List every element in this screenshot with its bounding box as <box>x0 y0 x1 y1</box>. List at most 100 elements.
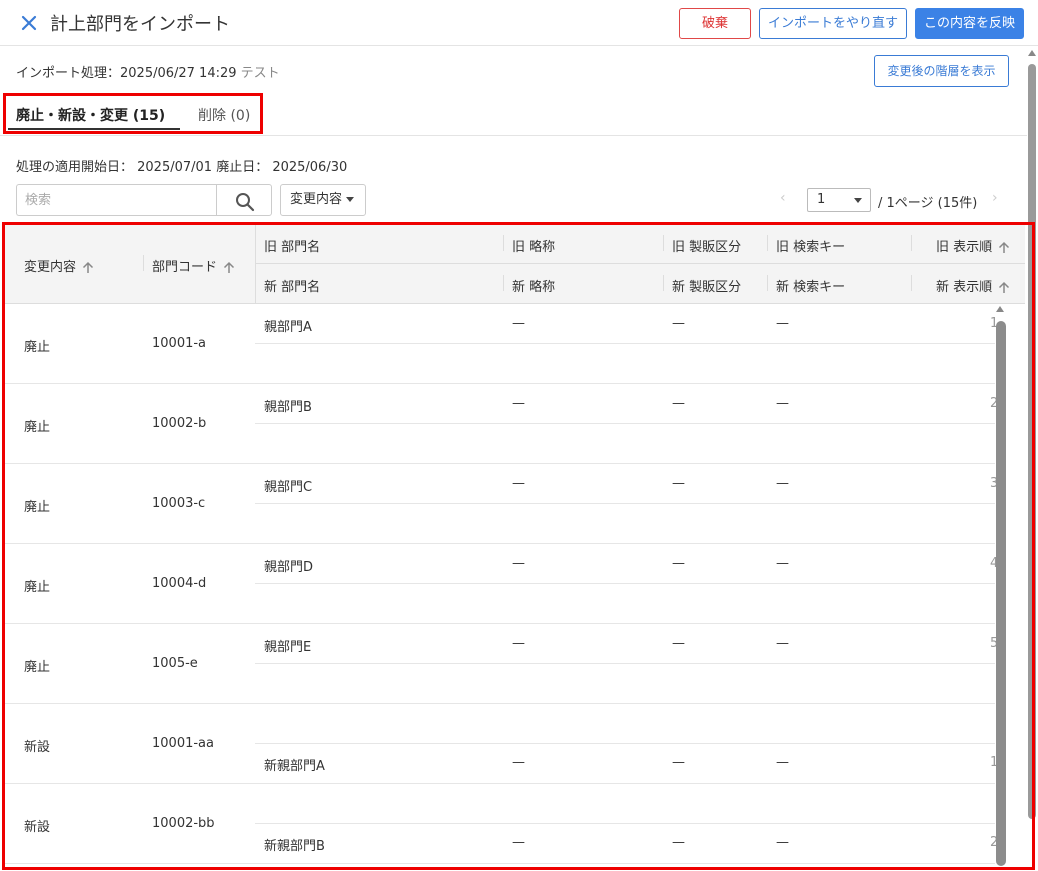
table-row: 廃止 10002-b 親部門B — — — 2 <box>5 384 998 464</box>
cell-change: 廃止 <box>24 500 51 515</box>
page-select[interactable]: 1 <box>807 188 871 212</box>
previous-page-button[interactable]: ‹ <box>780 190 786 206</box>
row-divider <box>255 343 995 344</box>
sort-up-arrow-icon <box>999 241 1010 253</box>
cell-new-sales: — <box>672 835 685 850</box>
table-header: 変更内容 部門コード 旧 部門名 旧 略称 旧 製販区分 旧 検索キー 旧 表示… <box>5 225 1025 304</box>
table-scroll-up-arrow-icon[interactable] <box>996 306 1004 312</box>
cell-change: 廃止 <box>24 660 51 675</box>
row-divider <box>255 583 995 584</box>
column-header-old-abbr: 旧 略称 <box>512 240 556 255</box>
page-scroll-up-arrow-icon[interactable] <box>1028 50 1036 56</box>
change-type-filter-dropdown[interactable]: 変更内容 <box>280 184 366 216</box>
cell-code: 1005-e <box>152 656 198 671</box>
cell-new-key: — <box>776 755 789 770</box>
discard-button[interactable]: 破棄 <box>679 8 751 39</box>
column-header-code-label: 部門コード <box>152 260 218 275</box>
page-title: 計上部門をインポート <box>50 14 230 35</box>
chevron-down-icon <box>854 198 862 203</box>
column-separator <box>663 275 664 291</box>
column-header-new-name: 新 部門名 <box>264 280 321 295</box>
table-row: 廃止 10004-d 親部門D — — — 4 <box>5 544 998 624</box>
cell-code: 10004-d <box>152 576 207 591</box>
cell-old-abbr: — <box>512 636 525 651</box>
column-separator <box>767 275 768 291</box>
cell-old-sales: — <box>672 556 685 571</box>
column-header-new-order-label: 新 表示順 <box>936 280 993 295</box>
table-scrollbar[interactable] <box>996 321 1006 866</box>
tab-delete[interactable]: 削除 (0) <box>198 105 250 125</box>
column-header-code[interactable]: 部門コード <box>152 256 235 275</box>
column-header-new-order[interactable]: 新 表示順 <box>936 276 1010 295</box>
row-divider <box>255 423 995 424</box>
cell-old-abbr: — <box>512 476 525 491</box>
redo-import-button[interactable]: インポートをやり直す <box>759 8 907 39</box>
cell-old-name: 親部門D <box>264 560 314 575</box>
filter-dropdown-label: 変更内容 <box>290 192 343 207</box>
cell-old-sales: — <box>672 476 685 491</box>
column-header-old-key: 旧 検索キー <box>776 240 846 255</box>
column-separator <box>767 235 768 251</box>
cell-code: 10001-aa <box>152 736 214 751</box>
column-separator <box>663 235 664 251</box>
import-info-label: インポート処理：2025/06/27 14:29 <box>16 66 237 81</box>
row-divider <box>255 503 995 504</box>
cell-old-name: 親部門E <box>264 640 312 655</box>
column-separator <box>911 235 912 251</box>
column-header-old-sales: 旧 製販区分 <box>672 240 742 255</box>
cell-new-name: 新親部門B <box>264 839 325 854</box>
column-header-new-sales: 新 製販区分 <box>672 280 742 295</box>
page-scrollbar[interactable] <box>1028 64 1036 819</box>
cell-old-key: — <box>776 636 789 651</box>
column-header-change-label: 変更内容 <box>24 260 77 275</box>
sort-up-arrow-icon <box>223 261 235 273</box>
column-separator <box>911 275 912 291</box>
page-select-value: 1 <box>817 192 826 207</box>
import-info: インポート処理：2025/06/27 14:29 テスト <box>16 62 280 81</box>
chevron-down-icon <box>346 197 355 202</box>
search-input[interactable] <box>16 184 217 216</box>
apply-button[interactable]: この内容を反映 <box>915 8 1024 39</box>
cell-old-sales: — <box>672 316 685 331</box>
cell-new-abbr: — <box>512 835 525 850</box>
column-header-change[interactable]: 変更内容 <box>24 256 94 275</box>
header-row-divider <box>255 263 1025 264</box>
import-info-note: テスト <box>240 66 280 81</box>
show-hierarchy-button[interactable]: 変更後の階層を表示 <box>874 55 1009 87</box>
cell-old-key: — <box>776 556 789 571</box>
cell-old-name: 親部門B <box>264 400 312 415</box>
cell-new-name: 新親部門A <box>264 759 325 774</box>
cell-new-abbr: — <box>512 755 525 770</box>
import-table: 変更内容 部門コード 旧 部門名 旧 略称 旧 製販区分 旧 検索キー 旧 表示… <box>5 225 1025 867</box>
column-separator <box>503 275 504 291</box>
table-row: 廃止 10003-c 親部門C — — — 3 <box>5 464 998 544</box>
applied-dates: 処理の適用開始日： 2025/07/01 廃止日： 2025/06/30 <box>16 160 348 175</box>
sort-up-arrow-icon <box>999 281 1010 293</box>
cell-change: 廃止 <box>24 420 51 435</box>
close-icon[interactable] <box>18 12 40 34</box>
column-header-old-order[interactable]: 旧 表示順 <box>936 236 1010 255</box>
search-button[interactable] <box>216 184 272 216</box>
column-header-old-name: 旧 部門名 <box>264 240 321 255</box>
column-separator <box>143 255 144 271</box>
table-body: 廃止 10001-a 親部門A — — — 1 廃止 10002-b 親部門B … <box>5 304 998 864</box>
table-row: 廃止 1005-e 親部門E — — — 5 <box>5 624 998 704</box>
table-row: 廃止 10001-a 親部門A — — — 1 <box>5 304 998 384</box>
column-header-new-key: 新 検索キー <box>776 280 846 295</box>
row-divider <box>255 663 995 664</box>
tabs-divider <box>0 135 1027 136</box>
cell-change: 新設 <box>24 740 51 755</box>
cell-new-key: — <box>776 835 789 850</box>
cell-old-abbr: — <box>512 316 525 331</box>
cell-old-key: — <box>776 396 789 411</box>
cell-old-name: 親部門C <box>264 480 313 495</box>
row-divider <box>255 743 995 744</box>
search-icon <box>236 193 255 212</box>
next-page-button[interactable]: › <box>992 190 998 206</box>
cell-old-sales: — <box>672 396 685 411</box>
tab-changes[interactable]: 廃止・新設・変更 (15) <box>16 105 165 125</box>
column-header-old-order-label: 旧 表示順 <box>936 240 993 255</box>
page-count-text: / 1ページ (15件) <box>878 196 978 211</box>
cell-code: 10001-a <box>152 336 207 351</box>
cell-old-name: 親部門A <box>264 320 312 335</box>
